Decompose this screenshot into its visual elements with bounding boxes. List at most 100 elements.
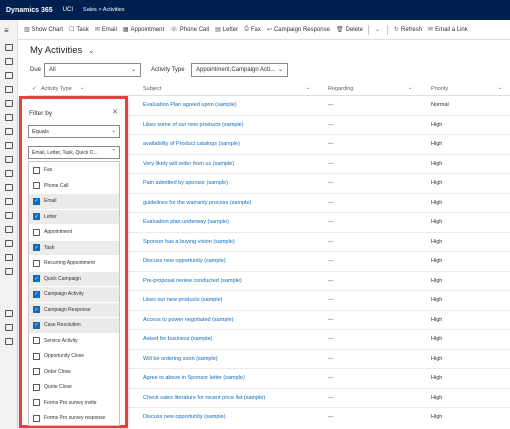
nav-icon[interactable] — [5, 240, 13, 247]
nav-icon[interactable] — [5, 170, 13, 177]
subject-link[interactable]: Agree to above in Sponsor letter (sample… — [143, 375, 245, 381]
column-header-activity-type[interactable]: Activity Type — [41, 86, 72, 92]
due-select[interactable]: All ⌄ — [44, 63, 141, 77]
nav-icon[interactable] — [5, 226, 13, 233]
checkbox[interactable] — [33, 383, 40, 391]
checkbox[interactable] — [33, 399, 40, 407]
nav-icon[interactable] — [5, 254, 13, 261]
fax-button[interactable]: ⎙ Fax — [244, 26, 261, 33]
filter-option[interactable]: Phone Call — [29, 179, 119, 194]
checkbox[interactable]: ✓ — [33, 197, 40, 205]
subject-link[interactable]: Very likely will order from us (sample) — [143, 161, 234, 167]
nav-icon[interactable] — [5, 184, 13, 191]
select-all-checkbox[interactable]: ✓ — [32, 86, 37, 92]
subject-link[interactable]: Check sales literature for recent price … — [143, 395, 265, 401]
nav-icon[interactable] — [5, 212, 13, 219]
phone-call-button[interactable]: ☏ Phone Call — [170, 26, 209, 34]
column-header-priority[interactable]: Priority — [431, 86, 448, 92]
email-link-button[interactable]: ✉ Email a Link — [428, 26, 468, 34]
checkbox[interactable] — [33, 337, 40, 345]
subject-link[interactable]: Pre-proposal review conducted (sample) — [143, 278, 242, 284]
subject-link[interactable]: Access to power negotiated (sample) — [143, 317, 234, 323]
subject-link[interactable]: Discuss new opportunity (sample) — [143, 414, 226, 420]
close-icon[interactable]: ✕ — [112, 108, 118, 116]
subject-link[interactable]: Asked for business (sample) — [143, 336, 212, 342]
refresh-button[interactable]: ↻ Refresh — [394, 26, 422, 34]
column-header-regarding[interactable]: Regarding — [328, 86, 353, 92]
column-header-subject[interactable]: Subject — [143, 86, 161, 92]
filter-option[interactable]: Opportunity Close — [29, 349, 119, 364]
view-selector-chevron-icon[interactable]: ⌄ — [88, 46, 95, 55]
subject-link[interactable]: Likes some of our new products (sample) — [143, 122, 244, 128]
nav-icon[interactable] — [5, 114, 13, 121]
delete-button[interactable]: 🗑 Delete — [336, 26, 363, 34]
subject-link[interactable]: Pain admitted by sponsor (sample) — [143, 180, 228, 186]
activity-type-select[interactable]: Appointment,Campaign Acti... ⌄ — [191, 63, 288, 77]
filter-option[interactable]: ✓ Case Resolution — [29, 318, 119, 333]
nav-icon[interactable] — [5, 338, 13, 345]
checkbox[interactable]: ✓ — [33, 275, 40, 283]
checkbox[interactable] — [33, 228, 40, 236]
nav-icon[interactable] — [5, 142, 13, 149]
filter-option[interactable]: ✓ Letter — [29, 209, 119, 224]
subject-link[interactable]: Evaluation Plan agreed upon (sample) — [143, 102, 237, 108]
appointment-button[interactable]: ▦ Appointment — [123, 26, 164, 34]
nav-icon[interactable] — [5, 310, 13, 317]
filter-option[interactable]: ✓ Campaign Activity — [29, 287, 119, 302]
checkbox[interactable]: ✓ — [33, 213, 40, 221]
view-title[interactable]: My Activities — [30, 45, 82, 56]
letter-button[interactable]: ▤ Letter — [215, 26, 238, 34]
checkbox[interactable] — [33, 182, 40, 190]
subject-link[interactable]: Evaluation plan underway (sample) — [143, 219, 229, 225]
campaign-response-button[interactable]: ↩ Campaign Response — [267, 26, 330, 34]
filter-values-select[interactable]: Email, Letter, Task, Quick C... ⌃ — [28, 146, 120, 159]
column-menu-chevron-icon[interactable]: ⌄ — [498, 85, 503, 91]
subject-link[interactable]: Sponsor has a buying vision (sample) — [143, 239, 235, 245]
subject-link[interactable]: guidelines for the warranty process (sam… — [143, 200, 251, 206]
nav-icon[interactable] — [5, 198, 13, 205]
checkbox[interactable] — [33, 368, 40, 376]
filter-option[interactable]: Forms Pro survey response — [29, 411, 119, 425]
column-menu-chevron-icon[interactable]: ⌄ — [80, 85, 85, 91]
nav-icon[interactable] — [5, 156, 13, 163]
hamburger-icon[interactable]: ≡ — [4, 26, 9, 35]
breadcrumb[interactable]: Sales > Activities — [83, 7, 124, 13]
filter-option[interactable]: Fax — [29, 163, 119, 178]
filter-option[interactable]: ✓ Quick Campaign — [29, 271, 119, 286]
email-button[interactable]: ✉ Email — [95, 26, 117, 34]
column-menu-chevron-icon[interactable]: ⌄ — [408, 85, 413, 91]
nav-icon[interactable] — [5, 72, 13, 79]
show-chart-button[interactable]: ▥ Show Chart — [24, 26, 63, 34]
filter-option[interactable]: Service Activity — [29, 334, 119, 349]
nav-icon[interactable] — [5, 324, 13, 331]
filter-option[interactable]: Forms Pro survey invite — [29, 396, 119, 411]
nav-icon[interactable] — [5, 44, 13, 51]
checkbox[interactable] — [33, 414, 40, 422]
subject-link[interactable]: Discuss new opportunity (sample) — [143, 258, 226, 264]
checkbox[interactable] — [33, 166, 40, 174]
checkbox[interactable]: ✓ — [33, 321, 40, 329]
nav-icon[interactable] — [5, 128, 13, 135]
checkbox[interactable]: ✓ — [33, 290, 40, 298]
filter-option[interactable]: Quote Close — [29, 380, 119, 395]
task-button[interactable]: ☐ Task — [69, 26, 89, 34]
delete-more-button[interactable]: ⌄ — [375, 26, 382, 33]
checkbox[interactable]: ✓ — [33, 244, 40, 252]
filter-option[interactable]: Recurring Appointment — [29, 256, 119, 271]
filter-option[interactable]: Appointment — [29, 225, 119, 240]
nav-icon[interactable] — [5, 86, 13, 93]
nav-icon[interactable] — [5, 100, 13, 107]
subject-link[interactable]: Likes our new products (sample) — [143, 297, 222, 303]
column-menu-chevron-icon[interactable]: ⌄ — [306, 85, 311, 91]
app-title[interactable]: Dynamics 365 — [6, 7, 53, 14]
checkbox[interactable]: ✓ — [33, 306, 40, 314]
filter-option[interactable]: Order Close — [29, 365, 119, 380]
subject-link[interactable]: Will be ordering soon (sample) — [143, 356, 218, 362]
filter-option[interactable]: ✓ Email — [29, 194, 119, 209]
filter-option[interactable]: ✓ Campaign Response — [29, 302, 119, 317]
nav-icon[interactable] — [5, 268, 13, 275]
subject-link[interactable]: availability of Product catalogs (sample… — [143, 141, 240, 147]
filter-operator-select[interactable]: Equals ⌄ — [28, 125, 120, 138]
checkbox[interactable] — [33, 259, 40, 267]
nav-icon[interactable] — [5, 58, 13, 65]
